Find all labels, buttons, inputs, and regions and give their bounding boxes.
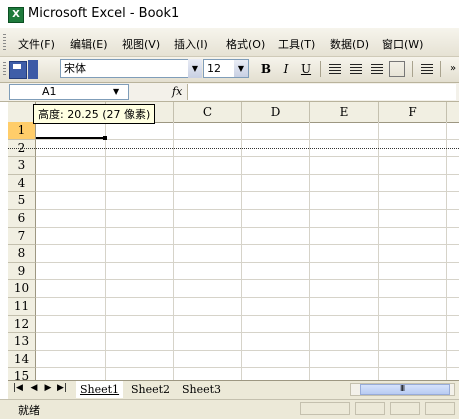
sheet-tab-sheet1[interactable]: Sheet1 — [76, 381, 124, 398]
name-box[interactable] — [9, 84, 129, 100]
column-gridline — [105, 122, 106, 380]
toolbar-overflow-icon[interactable]: » — [444, 60, 459, 78]
merge-center-icon[interactable] — [389, 61, 405, 77]
row-header-8[interactable]: 8 — [8, 245, 36, 263]
active-cell-a1[interactable] — [36, 122, 106, 139]
status-panel — [425, 402, 455, 415]
last-sheet-icon[interactable]: ▶| — [56, 383, 68, 393]
row-gridline — [36, 261, 459, 263]
row-header-14[interactable]: 14 — [8, 350, 36, 369]
indent-icon[interactable] — [418, 60, 436, 78]
menu-insert[interactable]: 插入(I) — [174, 36, 208, 52]
toolbar-grip-handle[interactable] — [3, 62, 6, 77]
menu-grip-handle[interactable] — [3, 34, 6, 50]
row-gridline — [36, 209, 459, 210]
bold-button[interactable]: B — [257, 60, 275, 78]
row-gridline — [36, 297, 459, 298]
menu-view[interactable]: 视图(V) — [122, 36, 160, 52]
row-resize-guide — [8, 148, 459, 149]
row-header-9[interactable]: 9 — [8, 262, 36, 281]
align-left-icon[interactable] — [326, 60, 344, 78]
function-icon[interactable]: fx — [172, 83, 182, 101]
row-gridline — [36, 226, 459, 228]
row-gridline — [36, 332, 459, 334]
column-header-d[interactable]: D — [242, 102, 310, 122]
window-title: Microsoft Excel - Book1 — [28, 6, 180, 21]
row-header-15[interactable]: 15 — [8, 368, 36, 380]
status-text: 就绪 — [18, 404, 40, 417]
row-gridline — [36, 367, 459, 369]
prev-sheet-icon[interactable]: ◀ — [28, 383, 40, 393]
save-icon[interactable] — [9, 61, 27, 79]
italic-button[interactable]: I — [277, 60, 295, 78]
next-sheet-icon[interactable]: ▶ — [42, 383, 54, 393]
name-box-value: A1 — [42, 85, 57, 98]
column-header-g[interactable] — [447, 102, 459, 122]
formula-input[interactable] — [187, 84, 456, 100]
menu-window[interactable]: 窗口(W) — [382, 36, 423, 52]
menu-file[interactable]: 文件(F) — [18, 36, 55, 52]
font-name-dropdown-icon[interactable]: ▼ — [188, 59, 202, 78]
chevron-down-icon[interactable]: ▼ — [113, 84, 119, 100]
menu-format[interactable]: 格式(O) — [226, 36, 265, 52]
row-gridline — [36, 244, 459, 246]
row-header-13[interactable]: 13 — [8, 333, 36, 351]
row-header-1[interactable]: 1 — [8, 122, 36, 140]
column-gridline — [173, 122, 174, 380]
row-gridline — [36, 156, 459, 158]
row-header-6[interactable]: 6 — [8, 210, 36, 228]
toolbar-options-handle[interactable] — [28, 60, 38, 79]
toolbar-separator — [320, 61, 321, 77]
align-center-icon[interactable] — [347, 60, 365, 78]
toolbar-separator — [412, 61, 413, 77]
menu-tools[interactable]: 工具(T) — [278, 36, 315, 52]
font-name-value: 宋体 — [64, 62, 86, 75]
font-size-value: 12 — [207, 62, 221, 75]
font-name-select[interactable]: 宋体 — [60, 59, 202, 78]
sheet-tab-sheet2[interactable]: Sheet2 — [127, 381, 174, 398]
status-panel — [390, 402, 420, 415]
sheet-tab-sheet3[interactable]: Sheet3 — [178, 381, 225, 398]
column-header-e[interactable]: E — [310, 102, 379, 122]
row-gridline — [36, 279, 459, 281]
row-header-12[interactable]: 12 — [8, 315, 36, 334]
chevron-down-icon[interactable]: ▼ — [234, 60, 248, 77]
horizontal-scroll-thumb[interactable] — [360, 384, 450, 395]
column-gridline — [446, 122, 447, 380]
row-gridline — [36, 191, 459, 193]
row-header-5[interactable]: 5 — [8, 192, 36, 210]
scroll-grip-icon: III — [400, 384, 405, 393]
column-gridline — [309, 122, 310, 380]
row-height-tooltip: 高度: 20.25 (27 像素) — [33, 104, 156, 124]
menu-edit[interactable]: 编辑(E) — [70, 36, 108, 52]
align-right-icon[interactable] — [368, 60, 386, 78]
row-header-4[interactable]: 4 — [8, 174, 36, 193]
select-all-corner[interactable] — [8, 102, 36, 122]
row-gridline — [36, 314, 459, 316]
fill-handle[interactable] — [103, 136, 107, 140]
menu-data[interactable]: 数据(D) — [330, 36, 369, 52]
column-gridline — [241, 122, 242, 380]
excel-app-icon[interactable]: X — [8, 7, 24, 23]
status-panel — [300, 402, 350, 415]
row-header-10[interactable]: 10 — [8, 280, 36, 298]
row-header-11[interactable]: 11 — [8, 298, 36, 316]
row-header-7[interactable]: 7 — [8, 227, 36, 246]
first-sheet-icon[interactable]: |◀ — [12, 383, 24, 393]
column-header-f[interactable]: F — [379, 102, 447, 122]
row-gridline — [36, 349, 459, 351]
toolbar-separator — [440, 61, 441, 77]
column-gridline — [378, 122, 379, 380]
font-size-select[interactable]: 12 ▼ — [203, 59, 249, 78]
row-header-3[interactable]: 3 — [8, 157, 36, 175]
column-header-c[interactable]: C — [174, 102, 242, 122]
status-panel — [355, 402, 385, 415]
underline-button[interactable]: U — [297, 60, 315, 78]
worksheet-grid[interactable]: C D E F 1 2 3 4 5 6 7 8 9 10 11 12 13 14 15 高度: 20.25 … — [8, 102, 459, 380]
row-gridline — [36, 173, 459, 175]
